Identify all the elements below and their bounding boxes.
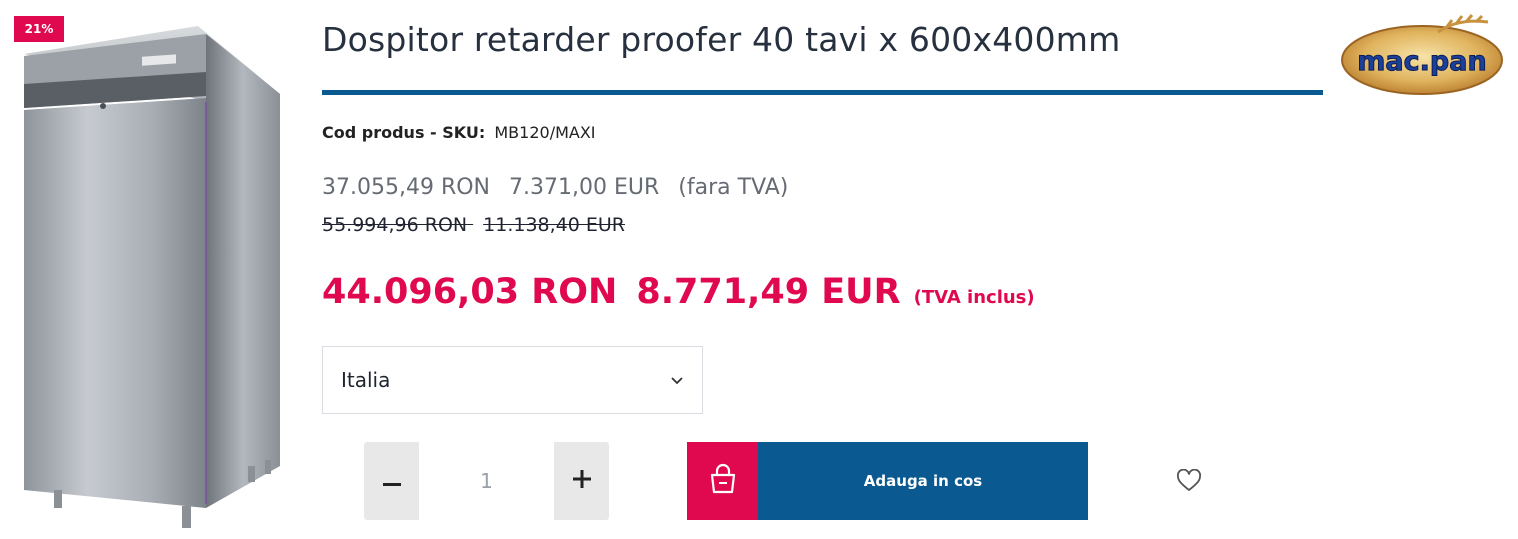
price-gross-ron: 44.096,03 RON bbox=[322, 272, 618, 312]
add-to-cart-button[interactable]: Adauga in cos bbox=[687, 442, 1088, 520]
price-gross-note: (TVA inclus) bbox=[913, 287, 1035, 308]
quantity-input[interactable] bbox=[419, 442, 554, 520]
wishlist-button[interactable] bbox=[1176, 468, 1202, 493]
brand-logo-text: mac.pan bbox=[1357, 46, 1486, 77]
shopping-bag-icon bbox=[708, 463, 738, 499]
cart-icon-box bbox=[687, 442, 758, 520]
brand-logo: mac.pan bbox=[1338, 14, 1506, 98]
sku-label: Cod produs - SKU: bbox=[322, 123, 486, 142]
price-old: 55.994,96 RON 11.138,40 EUR bbox=[322, 214, 625, 236]
minus-icon bbox=[382, 472, 401, 491]
quantity-decrease-button[interactable] bbox=[364, 442, 419, 520]
quantity-increase-button[interactable] bbox=[554, 442, 609, 520]
price-old-ron: 55.994,96 RON bbox=[322, 214, 468, 236]
sku-line: Cod produs - SKU: MB120/MAXI bbox=[322, 123, 596, 142]
sku-value: MB120/MAXI bbox=[494, 123, 596, 142]
discount-badge: 21% bbox=[14, 16, 64, 42]
heart-icon bbox=[1176, 468, 1202, 497]
price-net-eur: 7.371,00 EUR bbox=[509, 175, 660, 200]
plus-icon bbox=[572, 470, 591, 492]
product-title: Dospitor retarder proofer 40 tavi x 600x… bbox=[322, 20, 1121, 59]
origin-select-value: Italia bbox=[341, 368, 391, 392]
title-divider bbox=[322, 90, 1323, 95]
price-net: 37.055,49 RON 7.371,00 EUR (fara TVA) bbox=[322, 175, 788, 200]
product-image bbox=[10, 12, 300, 535]
origin-select[interactable]: Italia bbox=[322, 346, 703, 414]
add-to-cart-label: Adauga in cos bbox=[758, 442, 1088, 520]
price-net-note: (fara TVA) bbox=[678, 175, 789, 200]
quantity-stepper bbox=[364, 442, 609, 520]
chevron-down-icon bbox=[670, 371, 684, 390]
price-gross-eur: 8.771,49 EUR bbox=[636, 272, 901, 312]
price-gross: 44.096,03 RON 8.771,49 EUR (TVA inclus) bbox=[322, 272, 1035, 312]
price-net-ron: 37.055,49 RON bbox=[322, 175, 491, 200]
price-old-eur: 11.138,40 EUR bbox=[483, 214, 626, 236]
